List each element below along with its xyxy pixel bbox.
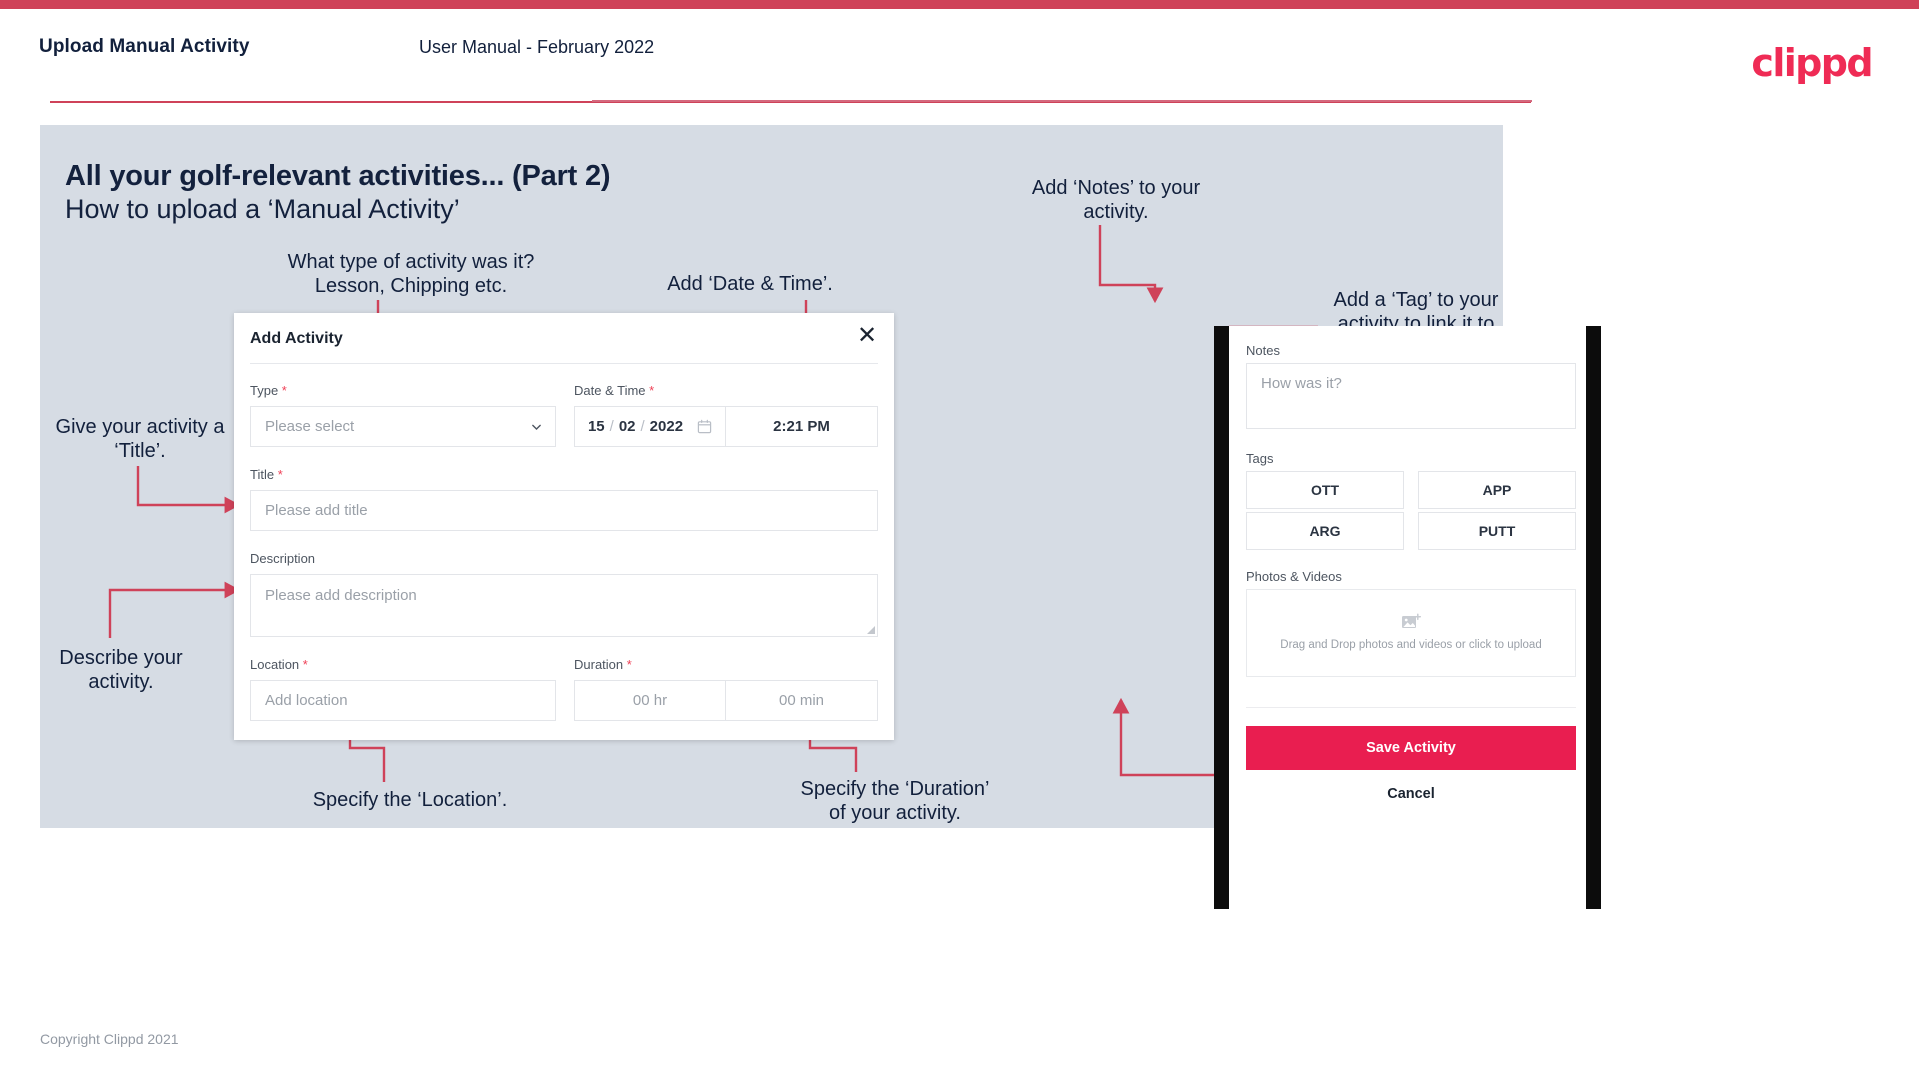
required-marker: *	[274, 467, 283, 482]
tag-label: ARG	[1309, 523, 1341, 539]
dialog-divider	[250, 363, 878, 364]
duration-hours-input[interactable]: 00 hr	[574, 680, 726, 721]
date-input[interactable]: 15 / 02 / 2022	[574, 406, 726, 447]
date-day: 15	[587, 418, 605, 435]
notes-placeholder: How was it?	[1261, 375, 1342, 392]
description-textarea[interactable]: Please add description	[250, 574, 878, 637]
page-title: All your golf-relevant activities... (Pa…	[65, 160, 611, 192]
date-sep: /	[609, 418, 614, 435]
type-select-value: Please select	[265, 418, 355, 435]
notes-label: Notes	[1246, 343, 1280, 358]
type-select[interactable]: Please select	[250, 406, 556, 447]
time-value: 2:21 PM	[773, 418, 830, 435]
page-subtitle: How to upload a ‘Manual Activity’	[65, 194, 460, 224]
title-input[interactable]: Please add title	[250, 490, 878, 531]
location-input[interactable]: Add location	[250, 680, 556, 721]
duration-hours-value: 00 hr	[632, 692, 668, 709]
required-marker: *	[623, 657, 632, 672]
chevron-down-icon	[532, 424, 541, 430]
tags-label: Tags	[1246, 451, 1274, 466]
close-icon[interactable]: ✕	[854, 324, 880, 350]
required-marker: *	[645, 383, 655, 398]
photos-label: Photos & Videos	[1246, 569, 1342, 584]
header-doc-title: User Manual - February 2022	[419, 37, 655, 57]
type-label-text: Type	[250, 383, 279, 398]
dialog-title: Add Activity	[250, 330, 343, 347]
add-activity-dialog: Add Activity ✕ Type * Please select Date…	[234, 313, 894, 740]
tag-button-putt[interactable]: PUTT	[1418, 512, 1576, 550]
title-label-text: Title	[250, 467, 275, 482]
save-activity-label: Save Activity	[1366, 740, 1456, 756]
tag-button-arg[interactable]: ARG	[1246, 512, 1404, 550]
date-year: 2022	[649, 418, 684, 435]
datetime-label: Date & Time *	[574, 383, 654, 398]
clippd-logo: clippd	[1751, 41, 1873, 85]
title-label: Title *	[250, 467, 283, 482]
location-input-value: Add location	[265, 692, 348, 709]
type-label: Type *	[250, 383, 287, 398]
annotation-type: What type of activity was it? Lesson, Ch…	[287, 251, 535, 297]
footer-copyright: Copyright Clippd 2021	[40, 1031, 179, 1047]
phone-screen: Notes How was it? Tags OTT APP ARG PUTT …	[1229, 326, 1586, 909]
description-label: Description	[250, 551, 315, 566]
date-sep: /	[640, 418, 645, 435]
annotation-notes: Add ‘Notes’ to your activity.	[1031, 177, 1201, 223]
top-accent-stripe	[0, 0, 1919, 9]
photo-dropzone[interactable]: Drag and Drop photos and videos or click…	[1246, 589, 1576, 677]
save-activity-button[interactable]: Save Activity	[1246, 726, 1576, 770]
location-label: Location *	[250, 657, 308, 672]
annotation-title: Give your activity a ‘Title’.	[55, 416, 225, 462]
tag-label: OTT	[1311, 482, 1339, 498]
tag-button-app[interactable]: APP	[1418, 471, 1576, 509]
cancel-label: Cancel	[1387, 786, 1435, 802]
tag-label: PUTT	[1478, 523, 1516, 539]
phone-divider	[1246, 707, 1576, 708]
tag-label: APP	[1482, 482, 1512, 498]
header-divider-secondary	[592, 100, 1532, 102]
calendar-icon[interactable]	[697, 419, 712, 434]
duration-minutes-value: 00 min	[778, 692, 825, 709]
phone-mockup: Notes How was it? Tags OTT APP ARG PUTT …	[1214, 326, 1601, 909]
duration-minutes-input[interactable]: 00 min	[725, 680, 878, 721]
annotation-datetime: Add ‘Date & Time’.	[667, 273, 833, 295]
duration-label-text: Duration	[574, 657, 624, 672]
duration-label: Duration *	[574, 657, 632, 672]
header-left-title: Upload Manual Activity	[39, 36, 250, 57]
description-value: Please add description	[265, 587, 417, 604]
date-month: 02	[618, 418, 636, 435]
required-marker: *	[278, 383, 287, 398]
slide-root: Upload Manual Activity User Manual - Feb…	[0, 0, 1919, 1079]
notes-textarea[interactable]: How was it?	[1246, 363, 1576, 429]
dropzone-text: Drag and Drop photos and videos or click…	[1280, 639, 1542, 651]
required-marker: *	[299, 657, 308, 672]
description-label-text: Description	[250, 551, 316, 566]
cancel-button[interactable]: Cancel	[1246, 786, 1576, 802]
tag-button-ott[interactable]: OTT	[1246, 471, 1404, 509]
annotation-description: Describe your activity.	[59, 647, 183, 693]
location-label-text: Location	[250, 657, 300, 672]
annotation-duration: Specify the ‘Duration’ of your activity.	[800, 778, 990, 824]
add-image-icon	[1402, 613, 1421, 628]
time-input[interactable]: 2:21 PM	[725, 406, 878, 447]
title-input-value: Please add title	[265, 502, 368, 519]
datetime-label-text: Date & Time	[574, 383, 646, 398]
annotation-location: Specify the ‘Location’.	[312, 789, 508, 811]
